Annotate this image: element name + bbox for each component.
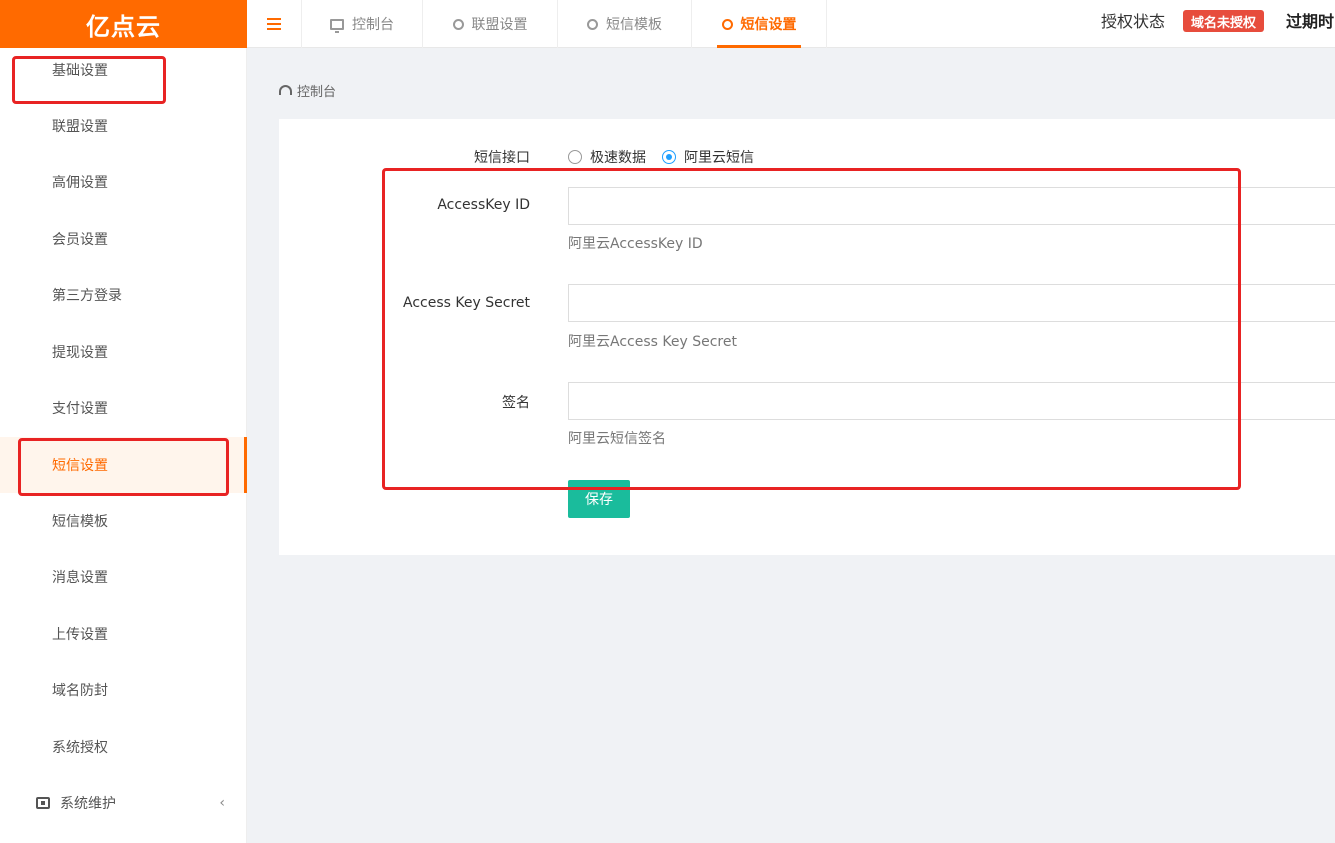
breadcrumb: 控制台 xyxy=(279,80,336,100)
sidebar-item-label: 短信模板 xyxy=(52,514,108,530)
radio-aliyun-sms-label[interactable]: 阿里云短信 xyxy=(684,147,754,167)
sidebar-item-label: 短信设置 xyxy=(52,458,108,474)
tab-label: 短信设置 xyxy=(740,17,797,33)
ring-icon xyxy=(587,18,598,30)
signature-input[interactable] xyxy=(568,382,1335,420)
sms-interface-radio-group: 极速数据 阿里云短信 xyxy=(568,147,770,167)
sidebar-item-label: 高佣设置 xyxy=(52,175,108,191)
sidebar-item-sms-settings[interactable]: 短信设置 xyxy=(0,437,247,493)
sidebar-item-commission[interactable]: 高佣设置 xyxy=(0,154,247,210)
accesskey-id-input[interactable] xyxy=(568,187,1335,225)
tab-label: 联盟设置 xyxy=(471,17,528,33)
sidebar-group-label: 系统维护 xyxy=(60,796,116,812)
tab-dashboard[interactable]: 控制台 xyxy=(302,0,423,48)
sidebar-item-union[interactable]: 联盟设置 xyxy=(0,98,247,154)
sms-settings-form: 短信接口 极速数据 阿里云短信 AccessKey ID 阿里云AccessKe… xyxy=(279,119,1335,555)
sidebar-item-label: 基础设置 xyxy=(52,63,108,79)
sms-interface-label: 短信接口 xyxy=(474,150,530,166)
tab-sms-template[interactable]: 短信模板 xyxy=(558,0,692,48)
tab-label: 控制台 xyxy=(352,17,394,33)
sidebar-item-label: 域名防封 xyxy=(52,683,108,699)
sidebar-item-payment[interactable]: 支付设置 xyxy=(0,380,247,436)
monitor-icon xyxy=(330,18,344,33)
menu-toggle-button[interactable] xyxy=(247,0,302,48)
sidebar-item-member[interactable]: 会员设置 xyxy=(0,211,247,267)
medkit-icon xyxy=(36,797,50,809)
access-key-secret-label: Access Key Secret xyxy=(403,295,530,311)
ring-icon xyxy=(721,18,733,30)
sidebar-item-message[interactable]: 消息设置 xyxy=(0,549,247,605)
sidebar-item-basic[interactable]: 基础设置 xyxy=(0,42,247,98)
sidebar-item-third-party-login[interactable]: 第三方登录 xyxy=(0,267,247,323)
sidebar-item-withdraw[interactable]: 提现设置 xyxy=(0,324,247,380)
auth-status-label: 授权状态 xyxy=(1101,12,1166,31)
save-button[interactable]: 保存 xyxy=(568,480,630,518)
auth-status-badge: 域名未授权 xyxy=(1183,10,1265,32)
sidebar: 基础设置 联盟设置 高佣设置 会员设置 第三方登录 提现设置 支付设置 短信设置… xyxy=(0,48,247,843)
accesskey-id-label: AccessKey ID xyxy=(437,197,530,213)
chevron-left-icon: ‹ xyxy=(219,795,225,811)
expire-label: 过期时 xyxy=(1286,12,1335,31)
sidebar-group-system-maintenance[interactable]: 系统维护 ‹ xyxy=(0,775,247,831)
hamburger-icon xyxy=(267,18,281,30)
sidebar-item-label: 支付设置 xyxy=(52,401,108,417)
sidebar-item-label: 系统授权 xyxy=(52,740,108,756)
sidebar-item-label: 联盟设置 xyxy=(52,119,108,135)
sidebar-item-domain-protect[interactable]: 域名防封 xyxy=(0,662,247,718)
accesskey-id-help: 阿里云AccessKey ID xyxy=(568,236,703,252)
access-key-secret-help: 阿里云Access Key Secret xyxy=(568,334,737,350)
radio-jisu-data-label[interactable]: 极速数据 xyxy=(590,147,646,167)
radio-aliyun-sms[interactable] xyxy=(662,150,676,164)
sidebar-item-label: 提现设置 xyxy=(52,345,108,361)
signature-label: 签名 xyxy=(502,395,530,411)
breadcrumb-label[interactable]: 控制台 xyxy=(297,81,336,100)
tab-label: 短信模板 xyxy=(606,17,662,33)
sidebar-item-label: 会员设置 xyxy=(52,232,108,248)
signature-help: 阿里云短信签名 xyxy=(568,431,666,447)
dashboard-icon xyxy=(279,85,292,95)
sidebar-item-label: 第三方登录 xyxy=(52,288,122,304)
sidebar-item-label: 上传设置 xyxy=(52,627,108,643)
sidebar-item-upload[interactable]: 上传设置 xyxy=(0,606,247,662)
sidebar-item-license[interactable]: 系统授权 xyxy=(0,719,247,775)
tab-divider xyxy=(826,0,827,48)
tab-union-settings[interactable]: 联盟设置 xyxy=(423,0,558,48)
radio-jisu-data[interactable] xyxy=(568,150,582,164)
top-bar: 控制台 联盟设置 短信模板 短信设置 授权状态 域名未授权 过期时 xyxy=(247,0,1335,48)
app-logo: 亿点云 xyxy=(0,0,247,48)
sidebar-item-sms-template[interactable]: 短信模板 xyxy=(0,493,247,549)
ring-icon xyxy=(452,18,464,30)
sidebar-item-label: 消息设置 xyxy=(52,570,108,586)
access-key-secret-input[interactable] xyxy=(568,284,1335,322)
tab-sms-settings[interactable]: 短信设置 xyxy=(717,0,801,48)
